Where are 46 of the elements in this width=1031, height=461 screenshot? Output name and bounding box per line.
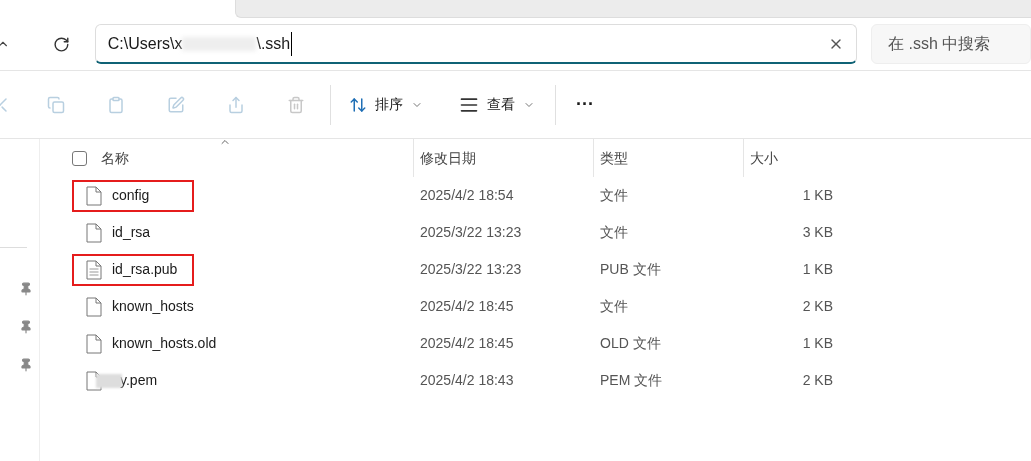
file-icon <box>86 185 102 206</box>
file-type: 文件 <box>599 186 629 205</box>
file-size: 3 KB <box>801 223 833 242</box>
file-name[interactable]: y.pem <box>120 370 158 391</box>
address-text: C:\Users\x <box>107 33 183 54</box>
select-all-checkbox[interactable] <box>72 150 87 166</box>
file-name[interactable]: id_rsa <box>112 222 151 243</box>
file-type: PEM 文件 <box>599 371 664 390</box>
file-size: 2 KB <box>801 297 833 316</box>
sort-icon <box>349 95 367 114</box>
search-field[interactable]: 在 .ssh 中搜索 <box>871 24 1031 64</box>
view-button[interactable]: 查看 <box>459 94 535 115</box>
column-header[interactable]: 类型 <box>600 147 628 169</box>
refresh-icon[interactable] <box>52 35 70 53</box>
file-size: 1 KB <box>801 186 833 205</box>
modified-date: 2025/4/2 18:54 <box>419 186 515 205</box>
file-size: 2 KB <box>801 371 833 390</box>
file-name[interactable]: id_rsa.pub <box>112 259 178 280</box>
file-size: 1 KB <box>801 334 833 353</box>
file-type: OLD 文件 <box>599 334 662 353</box>
column-header[interactable]: 大小 <box>750 147 778 169</box>
pin-icon[interactable] <box>19 320 33 334</box>
pin-icon[interactable] <box>19 282 33 296</box>
modified-date: 2025/4/2 18:43 <box>419 371 515 390</box>
modified-date: 2025/4/2 18:45 <box>419 297 515 316</box>
file-icon <box>86 222 102 243</box>
text-file-icon <box>86 259 102 280</box>
file-icon <box>86 333 102 354</box>
address-text: \.ssh <box>256 31 293 56</box>
file-type: 文件 <box>599 297 629 316</box>
pin-icon[interactable] <box>19 358 33 372</box>
modified-date: 2025/3/22 13:23 <box>419 223 523 242</box>
modified-date: 2025/3/22 13:23 <box>419 260 523 279</box>
column-header[interactable]: 名称 <box>101 147 129 169</box>
sort-button[interactable]: 排序 <box>349 94 423 115</box>
file-icon <box>86 296 102 317</box>
file-name[interactable]: known_hosts.old <box>112 333 217 354</box>
file-type: PUB 文件 <box>599 260 662 279</box>
file-type: 文件 <box>599 223 629 242</box>
address-field[interactable]: C:\Users\x \.ssh <box>94 24 857 64</box>
modified-date: 2025/4/2 18:45 <box>419 334 515 353</box>
column-header[interactable]: 修改日期 <box>420 147 476 169</box>
more-button[interactable]: ··· <box>574 91 596 118</box>
file-size: 1 KB <box>801 260 833 279</box>
file-name[interactable]: known_hosts <box>112 296 194 317</box>
file-name[interactable]: config <box>112 185 150 206</box>
